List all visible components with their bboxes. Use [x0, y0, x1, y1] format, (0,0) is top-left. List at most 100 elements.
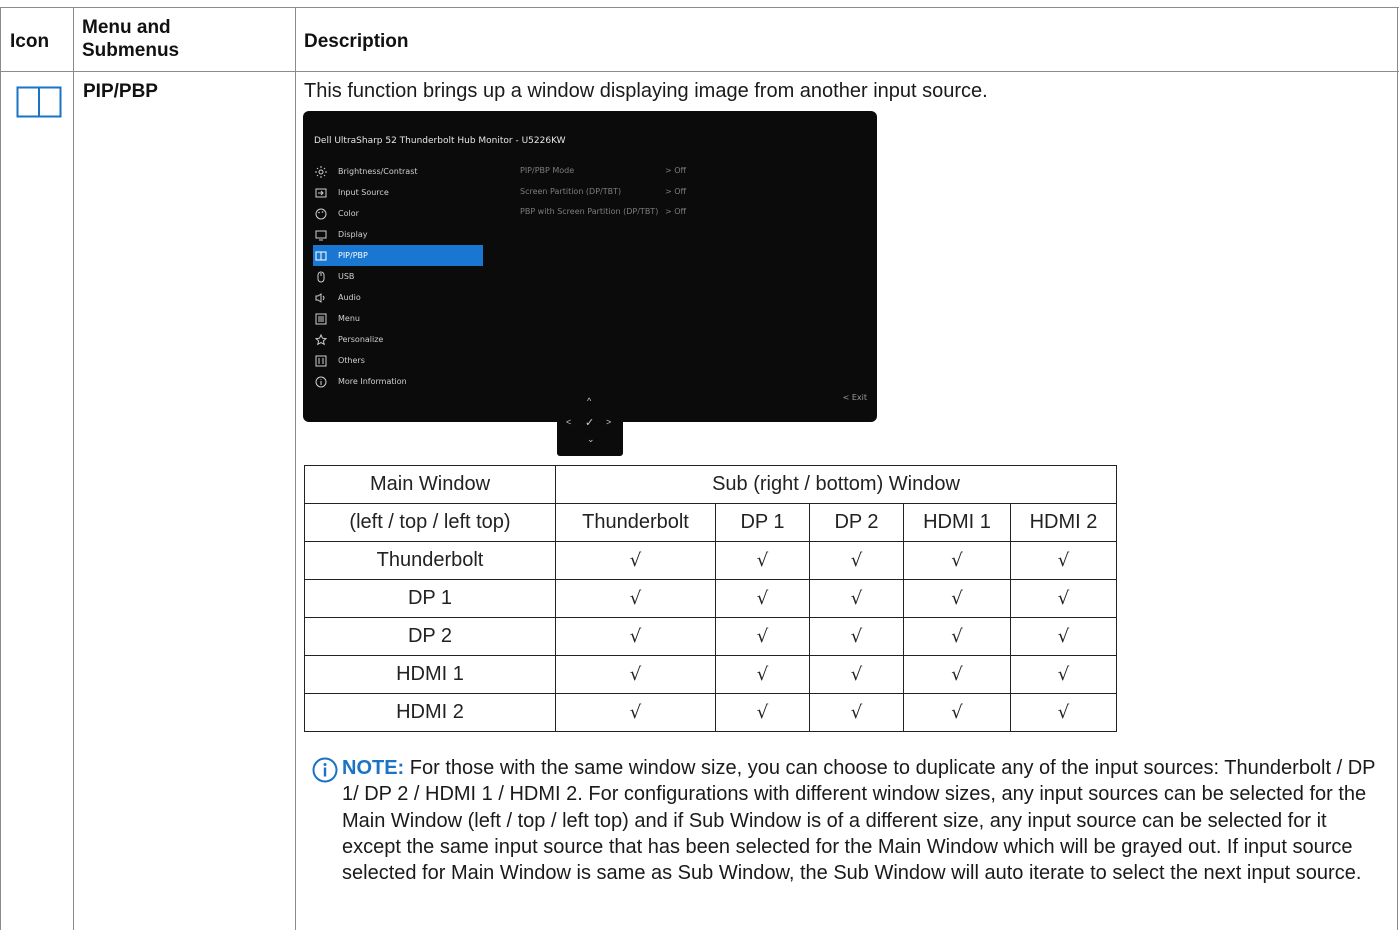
nav-left-icon[interactable]: < — [566, 417, 571, 427]
table-cell: √ — [903, 693, 1011, 732]
table-cell: √ — [809, 693, 904, 732]
osd-submenu-label: PIP/PBP Mode — [520, 166, 575, 175]
table-row: DP 2 √ √ √ √ √ — [304, 617, 1117, 656]
display-icon — [315, 230, 327, 241]
osd-menu-item-label: Menu — [338, 314, 360, 323]
osd-menu-item[interactable]: Display — [313, 224, 483, 245]
table-cell: √ — [809, 541, 904, 580]
table-cell: √ — [1010, 541, 1117, 580]
osd-menu-item-label: Brightness/Contrast — [338, 167, 418, 176]
table-cell: √ — [715, 579, 810, 618]
header-bottom-border — [0, 71, 1399, 72]
header-icon: Icon — [10, 31, 50, 52]
row-label: Thunderbolt — [304, 541, 556, 580]
compat-table: Main Window Sub (right / bottom) Window … — [304, 465, 1117, 732]
osd-menu-item[interactable]: Menu — [313, 308, 483, 329]
osd-submenu-item[interactable]: PIP/PBP Mode > Off — [520, 166, 820, 187]
main-window-header: Main Window — [304, 465, 556, 504]
table-header-row-2: (left / top / left top) Thunderbolt DP 1D… — [304, 503, 1117, 542]
table-cell: √ — [903, 541, 1011, 580]
table-cell: √ — [809, 617, 904, 656]
note-text: NOTE: For those with the same window siz… — [342, 755, 1387, 886]
osd-submenu-value: > Off — [665, 166, 687, 175]
table-cell: √ — [555, 655, 716, 694]
osd-menu-item[interactable]: More Information — [313, 371, 483, 392]
osd-menu-item[interactable]: Brightness/Contrast — [313, 161, 483, 182]
table-top-border — [0, 7, 1399, 8]
header-description: Description — [304, 31, 409, 52]
osd-menu-item-label: Audio — [338, 293, 361, 302]
table-cell: √ — [1010, 579, 1117, 618]
sub-window-header: Sub (right / bottom) Window — [555, 465, 1117, 504]
osd-menu-item[interactable]: Audio — [313, 287, 483, 308]
nav-down-icon[interactable]: ⌄ — [587, 434, 595, 445]
info-circle-icon — [312, 757, 338, 783]
osd-menu-item-label: PIP/PBP — [338, 251, 368, 260]
column-header: HDMI 2 — [1010, 503, 1117, 542]
audio-icon — [315, 293, 325, 303]
osd-menu-item[interactable]: Personalize — [313, 329, 483, 350]
row-description: This function brings up a window display… — [304, 80, 988, 102]
osd-menu-item-label: Display — [338, 230, 368, 239]
osd-menu-item[interactable]: Others — [313, 350, 483, 371]
row-label: DP 1 — [304, 579, 556, 618]
usb-icon — [317, 271, 325, 283]
osd-menu-item[interactable]: Color — [313, 203, 483, 224]
osd-menu-item-label: USB — [338, 272, 355, 281]
osd-menu-item[interactable]: USB — [313, 266, 483, 287]
osd-menu-item-label: Others — [338, 356, 365, 365]
table-row: DP 1 √ √ √ √ √ — [304, 579, 1117, 618]
table-cell: √ — [1010, 693, 1117, 732]
table-cell: √ — [555, 617, 716, 656]
column-header: DP 2 — [809, 503, 904, 542]
osd-menu-item[interactable]: Input Source — [313, 182, 483, 203]
table-cell: √ — [555, 693, 716, 732]
pip-pbp-icon — [315, 251, 327, 261]
star-icon — [315, 334, 327, 346]
table-cell: √ — [809, 579, 904, 618]
table-row: HDMI 1 √ √ √ √ √ — [304, 655, 1117, 694]
menu-name: PIP/PBP — [83, 81, 158, 102]
color-icon — [315, 208, 327, 220]
nav-up-icon[interactable]: ^ — [587, 396, 591, 406]
table-cell: √ — [809, 655, 904, 694]
osd-submenu-item[interactable]: PBP with Screen Partition (DP/TBT) > Off — [520, 207, 820, 228]
table-right-border — [1397, 7, 1398, 930]
note-body: For those with the same window size, you… — [342, 757, 1376, 885]
osd-exit-button[interactable]: < Exit — [843, 393, 867, 402]
table-cell: √ — [903, 655, 1011, 694]
osd-submenu-value: > Off — [665, 186, 687, 196]
col-divider-icon — [73, 7, 74, 930]
table-cell: √ — [903, 617, 1011, 656]
col-divider-menu — [295, 7, 296, 930]
osd-menu: Brightness/Contrast Input Source Color Disp… — [313, 161, 483, 392]
table-cell: √ — [715, 541, 810, 580]
column-header: DP 1 — [715, 503, 810, 542]
row-label: HDMI 2 — [304, 693, 556, 732]
table-cell: √ — [555, 579, 716, 618]
nav-right-icon[interactable]: > — [606, 417, 611, 427]
table-row: HDMI 2 √ √ √ √ √ — [304, 693, 1117, 732]
nav-ok-icon[interactable]: ✓ — [585, 416, 594, 429]
osd-menu-item-label: Personalize — [338, 335, 384, 344]
table-left-border — [0, 7, 1, 930]
pip-pbp-icon — [16, 86, 62, 118]
osd-menu-item-label: More Information — [338, 377, 407, 386]
table-cell: √ — [1010, 655, 1117, 694]
table-row: Thunderbolt √ √ √ √ √ — [304, 541, 1117, 580]
header-menu-line2: Submenus — [82, 40, 180, 61]
input-source-icon — [315, 188, 327, 198]
osd-submenu-value: > Off — [665, 207, 687, 216]
osd-screenshot: Dell UltraSharp 52 Thunderbolt Hub Monit… — [303, 111, 877, 422]
osd-submenu-label: PBP with Screen Partition (DP/TBT) — [520, 207, 659, 216]
table-cell: √ — [555, 541, 716, 580]
column-header: Thunderbolt — [555, 503, 716, 542]
column-header: HDMI 1 — [903, 503, 1011, 542]
menu-icon — [315, 313, 327, 325]
osd-submenu-item[interactable]: Screen Partition (DP/TBT) > Off — [520, 187, 820, 208]
osd-submenu: PIP/PBP Mode > Off Screen Partition (DP/TB… — [520, 166, 820, 228]
osd-menu-item[interactable]: PIP/PBP — [313, 245, 483, 266]
table-header-row-1: Main Window Sub (right / bottom) Window — [304, 465, 1117, 504]
info-icon — [315, 376, 327, 388]
others-icon — [315, 355, 327, 367]
